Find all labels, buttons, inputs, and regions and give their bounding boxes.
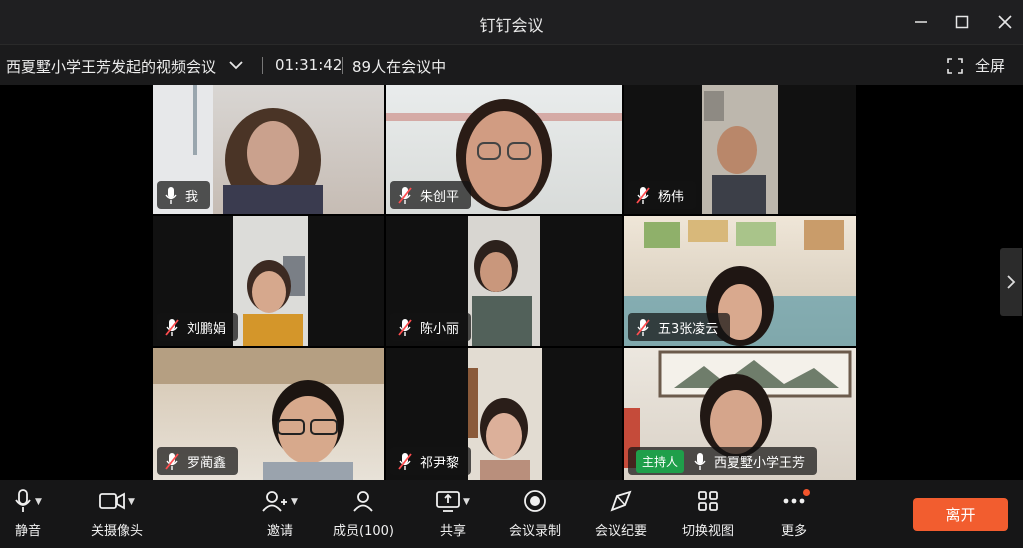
- switch-view-button[interactable]: 切换视图: [682, 488, 734, 539]
- leave-button[interactable]: 离开: [913, 498, 1008, 531]
- video-tile[interactable]: 五3张凌云: [624, 216, 856, 346]
- title-bar: 钉钉会议: [0, 0, 1023, 44]
- video-tile[interactable]: 我: [153, 85, 384, 214]
- microphone-muted-icon: [398, 186, 412, 204]
- microphone-muted-icon: [636, 318, 650, 336]
- meeting-info-bar: 西夏墅小学王芳发起的视频会议 01:31:42 89人在会议中 全屏: [0, 44, 1023, 85]
- record-label: 会议录制: [509, 524, 562, 539]
- participant-name: 罗蔺鑫: [187, 455, 227, 471]
- meeting-toolbar: ▼ 静音 ▼ 关摄像头 ▼ 邀请 成员(100) ▼ 共享 会议录制 会议纪要 …: [0, 480, 1023, 548]
- fullscreen-icon: [947, 57, 963, 74]
- microphone-muted-icon: [398, 452, 412, 470]
- caret-down-icon[interactable]: ▼: [128, 497, 135, 507]
- fullscreen-label: 全屏: [974, 57, 1005, 75]
- participant-nametag: 五3张凌云: [628, 313, 731, 341]
- caret-down-icon[interactable]: ▼: [291, 497, 298, 507]
- microphone-muted-icon: [398, 318, 412, 336]
- video-tile[interactable]: 杨伟: [624, 85, 856, 214]
- participant-nametag: 朱创平: [390, 181, 472, 209]
- participant-nametag: 杨伟: [628, 181, 697, 209]
- participant-name: 五3张凌云: [658, 321, 719, 337]
- invite-label: 邀请: [266, 524, 293, 539]
- participant-nametag: 刘鹏娟: [157, 313, 239, 341]
- participant-name: 杨伟: [658, 189, 685, 205]
- participant-count: 89人在会议中: [352, 58, 447, 76]
- participant-nametag: 陈小丽: [390, 313, 472, 341]
- participant-name: 祁尹黎: [420, 455, 460, 471]
- divider: [342, 57, 343, 74]
- next-page-button[interactable]: [1000, 248, 1022, 316]
- participant-name: 我: [185, 189, 199, 205]
- video-tile[interactable]: 祁尹黎: [386, 348, 622, 480]
- camera-button[interactable]: ▼ 关摄像头: [91, 488, 143, 539]
- video-grid: 我 朱创平 杨伟 刘鹏娟 陈小丽 五3张凌云 罗蔺鑫 祁尹黎 主持人 西夏墅小学…: [0, 85, 1023, 480]
- switch-view-label: 切换视图: [682, 524, 735, 539]
- share-label: 共享: [439, 524, 466, 539]
- notes-icon: [610, 490, 632, 512]
- chevron-down-icon[interactable]: [228, 57, 244, 76]
- participant-name: 刘鹏娟: [187, 321, 227, 337]
- microphone-muted-icon: [165, 452, 179, 470]
- participant-nametag: 我: [157, 181, 211, 209]
- members-label: 成员(100): [333, 524, 394, 539]
- maximize-icon: [955, 15, 969, 29]
- participant-nametag: 主持人 西夏墅小学王芳: [628, 447, 818, 475]
- more-button[interactable]: 更多: [781, 488, 807, 539]
- video-camera-icon: [99, 492, 125, 510]
- minimize-button[interactable]: [906, 8, 936, 36]
- record-icon: [524, 490, 546, 512]
- divider: [262, 57, 263, 74]
- share-button[interactable]: ▼ 共享: [436, 488, 470, 539]
- members-icon: [353, 491, 374, 512]
- camera-label: 关摄像头: [91, 524, 144, 539]
- video-tile[interactable]: 主持人 西夏墅小学王芳: [624, 348, 856, 480]
- window-title: 钉钉会议: [479, 16, 544, 35]
- participant-name: 陈小丽: [420, 321, 460, 337]
- video-tile[interactable]: 朱创平: [386, 85, 622, 214]
- participant-nametag: 罗蔺鑫: [157, 447, 239, 475]
- meeting-timer: 01:31:42: [275, 56, 343, 74]
- fullscreen-button[interactable]: 全屏: [947, 55, 1005, 76]
- caret-down-icon[interactable]: ▼: [463, 497, 470, 507]
- maximize-button[interactable]: [947, 8, 977, 36]
- mute-label: 静音: [14, 524, 41, 539]
- mute-button[interactable]: ▼ 静音: [14, 488, 42, 539]
- caret-down-icon[interactable]: ▼: [35, 497, 42, 507]
- invite-button[interactable]: ▼ 邀请: [262, 488, 298, 539]
- minutes-label: 会议纪要: [595, 524, 648, 539]
- minutes-button[interactable]: 会议纪要: [595, 488, 647, 539]
- screen-share-icon: [436, 491, 460, 512]
- video-tile[interactable]: 罗蔺鑫: [153, 348, 384, 480]
- grid-view-icon: [698, 491, 718, 511]
- meeting-name[interactable]: 西夏墅小学王芳发起的视频会议: [6, 56, 216, 77]
- more-label: 更多: [781, 524, 808, 539]
- microphone-icon: [694, 452, 706, 470]
- participant-nametag: 祁尹黎: [390, 447, 472, 475]
- video-tile[interactable]: 陈小丽: [386, 216, 622, 346]
- minimize-icon: [915, 21, 927, 23]
- microphone-icon: [15, 489, 31, 512]
- participant-name: 朱创平: [420, 189, 460, 205]
- close-icon: [998, 15, 1012, 29]
- notification-dot: [803, 489, 810, 496]
- record-button[interactable]: 会议录制: [509, 488, 561, 539]
- close-button[interactable]: [990, 8, 1020, 36]
- microphone-icon: [165, 186, 177, 204]
- host-badge: 主持人: [636, 449, 685, 473]
- chevron-right-icon: [1007, 275, 1016, 289]
- microphone-muted-icon: [636, 186, 650, 204]
- participant-name: 西夏墅小学王芳: [714, 455, 806, 471]
- members-button[interactable]: 成员(100): [333, 488, 394, 539]
- microphone-muted-icon: [165, 318, 179, 336]
- add-user-icon: [262, 491, 287, 512]
- video-tile[interactable]: 刘鹏娟: [153, 216, 384, 346]
